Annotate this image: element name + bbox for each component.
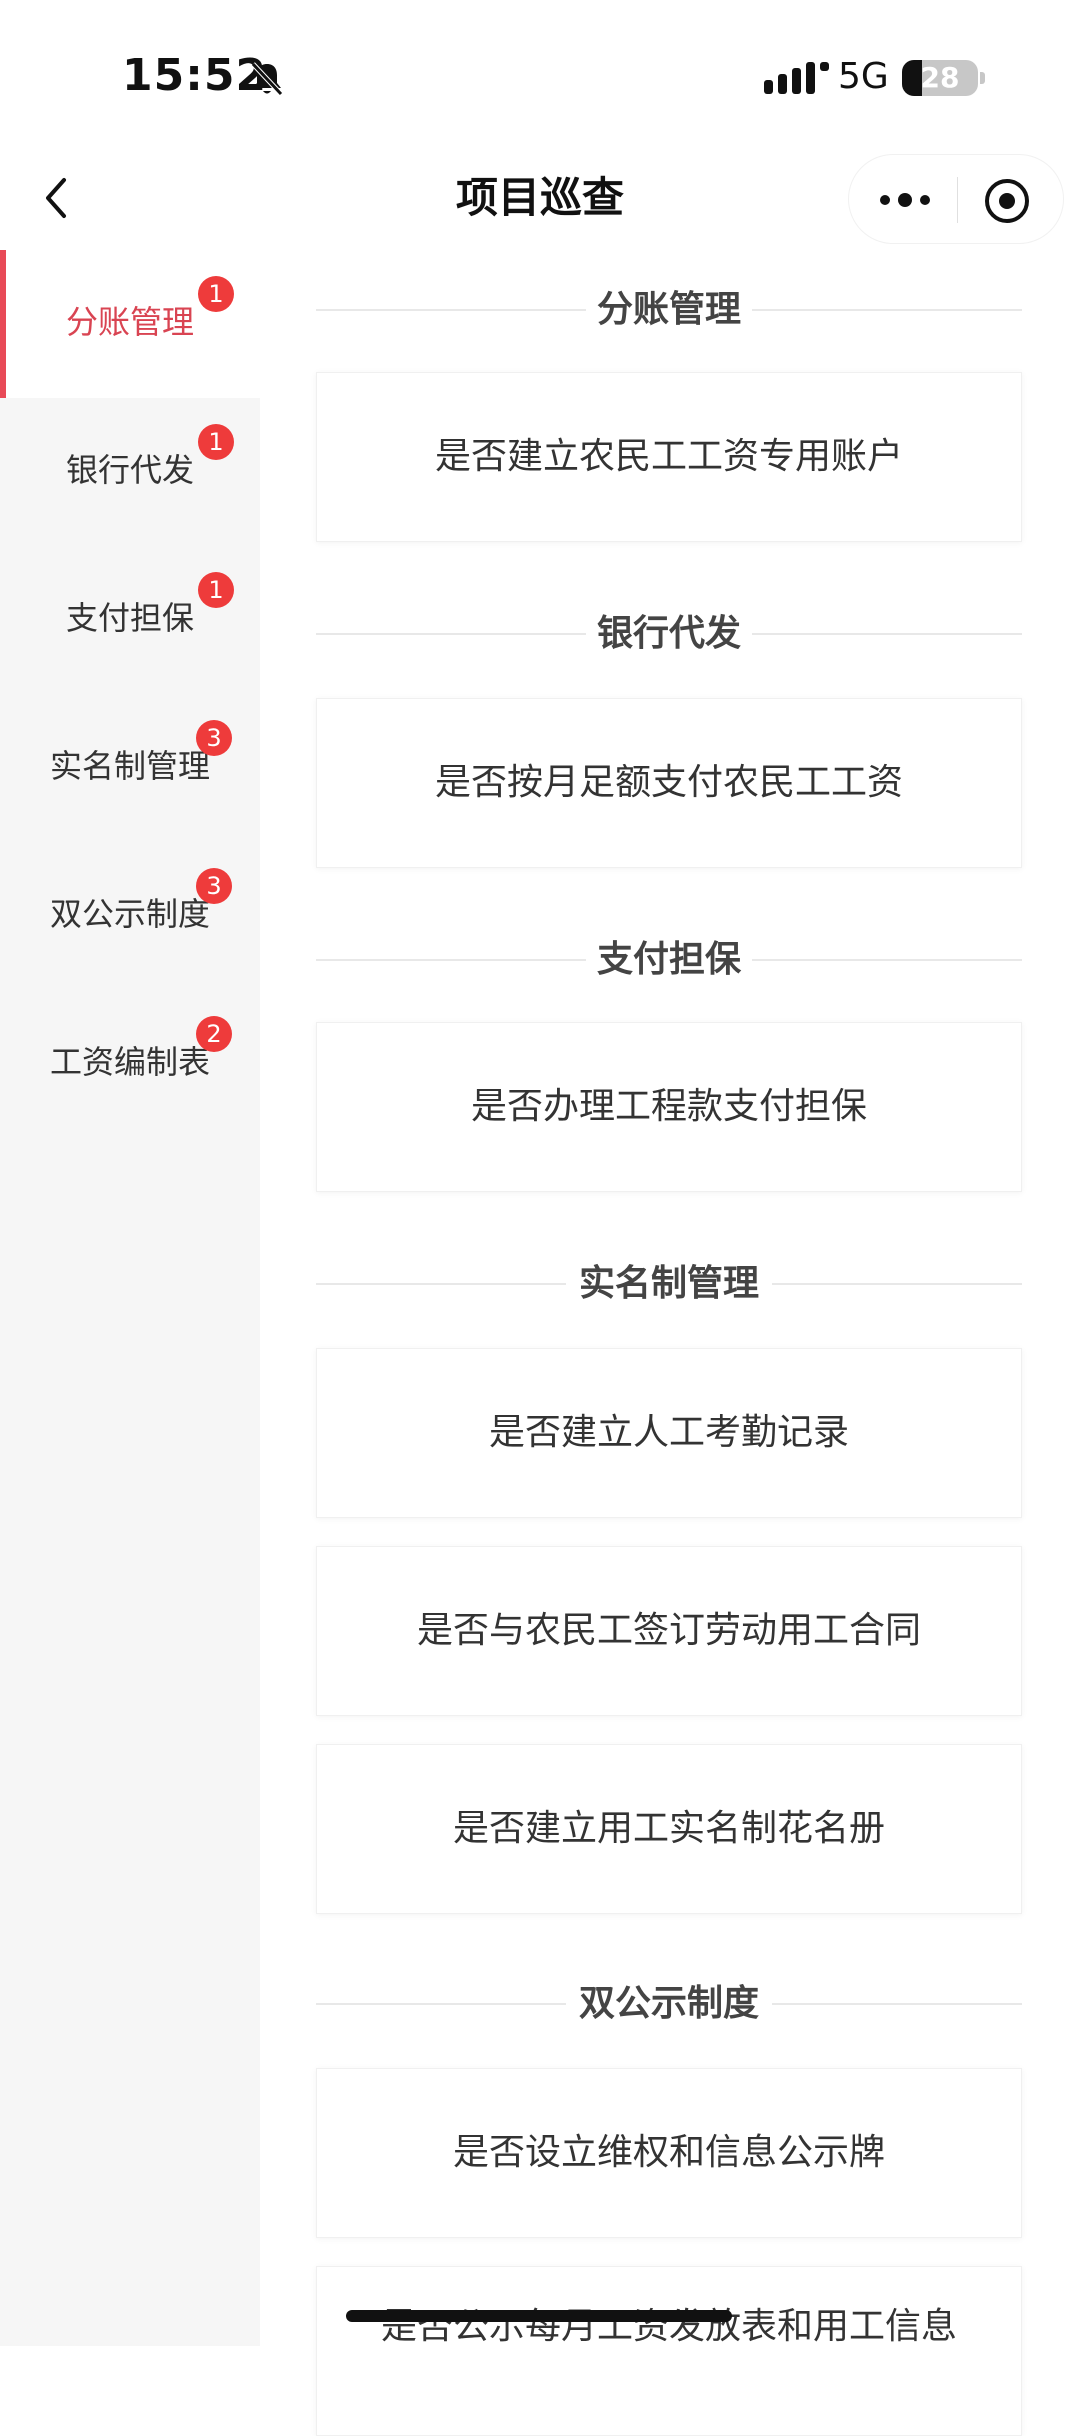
network-label: 5G xyxy=(838,56,889,97)
sidebar-item-payment-guarantee[interactable]: 支付担保 1 xyxy=(0,546,260,694)
count-badge: 3 xyxy=(196,720,232,756)
question-card[interactable]: 是否建立农民工工资专用账户 xyxy=(316,372,1022,542)
question-text: 是否办理工程款支付担保 xyxy=(470,1086,867,1127)
count-badge: 3 xyxy=(196,868,232,904)
section-title: 支付担保 xyxy=(596,939,741,980)
question-text: 是否建立农民工工资专用账户 xyxy=(434,436,903,477)
question-text: 是否建立人工考勤记录 xyxy=(488,1412,849,1453)
count-badge: 1 xyxy=(198,424,234,460)
question-text: 是否与农民工签订劳动用工合同 xyxy=(416,1610,921,1651)
question-card[interactable]: 是否与农民工签订劳动用工合同 xyxy=(316,1546,1022,1716)
question-card[interactable]: 是否设立维权和信息公示牌 xyxy=(316,2068,1022,2238)
nav-bar: 项目巡查 xyxy=(0,150,1080,250)
question-card[interactable]: 是否建立用工实名制花名册 xyxy=(316,1744,1022,1914)
bell-slash-icon xyxy=(251,62,283,96)
question-text: 是否建立用工实名制花名册 xyxy=(452,1808,885,1849)
sidebar-item-account-management[interactable]: 分账管理 1 xyxy=(0,250,260,398)
sidebar-item-dual-publicity[interactable]: 双公示制度 3 xyxy=(0,842,260,990)
section-header: 实名制管理 xyxy=(316,1254,1022,1314)
sidebar-item-bank-payroll[interactable]: 银行代发 1 xyxy=(0,398,260,546)
count-badge: 1 xyxy=(198,572,234,608)
signal-icon xyxy=(764,62,829,94)
more-icon[interactable] xyxy=(873,175,937,225)
section-title: 银行代发 xyxy=(596,613,741,654)
battery-tip xyxy=(980,72,985,84)
home-indicator xyxy=(346,2310,732,2322)
back-icon[interactable] xyxy=(36,170,76,226)
capsule-divider xyxy=(957,177,958,223)
sidebar-item-wage-sheet[interactable]: 工资编制表 2 xyxy=(0,990,260,1138)
section-title: 实名制管理 xyxy=(578,1263,759,1304)
status-bar: 15:52 5G 28 xyxy=(0,0,1080,150)
section-header: 分账管理 xyxy=(316,280,1022,340)
battery-icon: 28 xyxy=(902,60,978,96)
section-title: 双公示制度 xyxy=(578,1983,759,2024)
section-header: 支付担保 xyxy=(316,930,1022,990)
mini-program-capsule xyxy=(848,154,1064,244)
status-time: 15:52 xyxy=(122,50,268,101)
sidebar-item-real-name[interactable]: 实名制管理 3 xyxy=(0,694,260,842)
count-badge: 1 xyxy=(198,276,234,312)
question-text: 是否设立维权和信息公示牌 xyxy=(452,2132,885,2173)
question-text: 是否按月足额支付农民工工资 xyxy=(434,762,903,803)
question-card[interactable]: 是否公示每月工资发放表和用工信息 xyxy=(316,2266,1022,2436)
count-badge: 2 xyxy=(196,1016,232,1052)
question-text: 是否公示每月工资发放表和用工信息 xyxy=(380,2306,957,2347)
question-card[interactable]: 是否按月足额支付农民工工资 xyxy=(316,698,1022,868)
section-header: 银行代发 xyxy=(316,604,1022,664)
section-header: 双公示制度 xyxy=(316,1974,1022,2034)
category-sidebar: 分账管理 1 银行代发 1 支付担保 1 实名制管理 3 双公示制度 3 工资编… xyxy=(0,250,260,2346)
close-icon[interactable] xyxy=(979,173,1035,229)
inspection-content: 分账管理 是否建立农民工工资专用账户 银行代发 是否按月足额支付农民工工资 支付… xyxy=(260,250,1080,2436)
question-card[interactable]: 是否建立人工考勤记录 xyxy=(316,1348,1022,1518)
section-title: 分账管理 xyxy=(596,289,741,330)
battery-level: 28 xyxy=(920,61,960,94)
question-card[interactable]: 是否办理工程款支付担保 xyxy=(316,1022,1022,1192)
page-title: 项目巡查 xyxy=(455,173,624,222)
